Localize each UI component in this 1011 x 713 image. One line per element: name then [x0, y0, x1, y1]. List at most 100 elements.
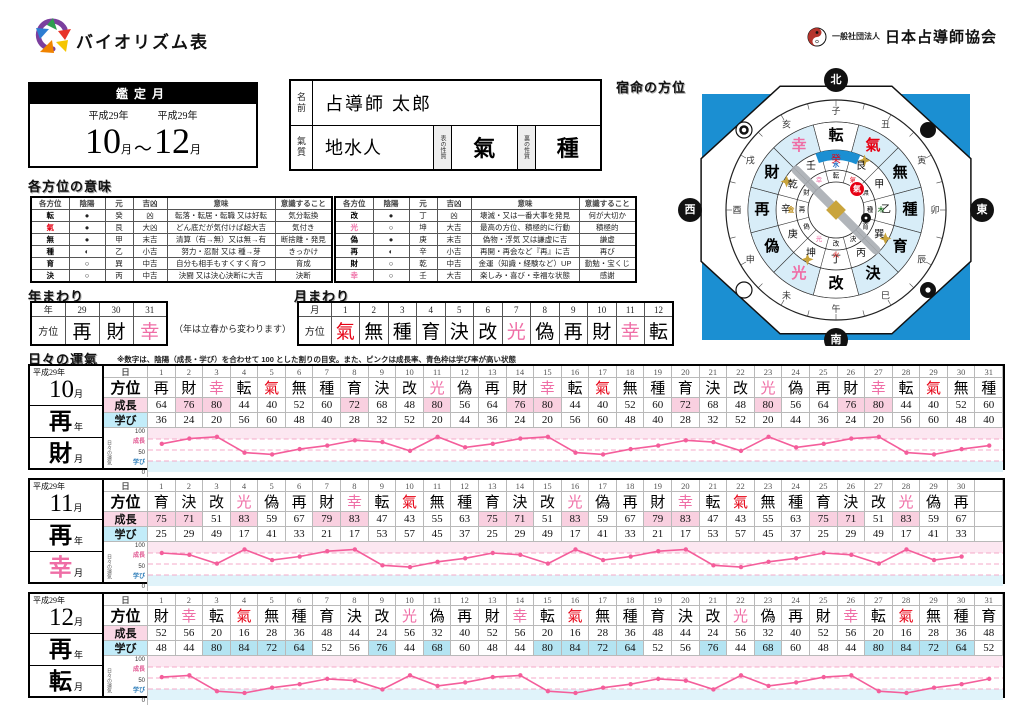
meanings-row: 改●丁凶壊滅・又は一番大事を発見何が大切か: [335, 210, 636, 222]
meanings-cell: 癸: [105, 210, 133, 222]
meanings-cell: ○: [69, 258, 105, 270]
learning-value-cell: 17: [562, 527, 590, 542]
graph-row: 日々の運気100成長50学び0: [104, 656, 1003, 700]
day-number-cell: 13: [479, 480, 507, 492]
month-direction-cell: 財: [588, 317, 617, 346]
month-header-cell: 6: [474, 302, 503, 317]
day-number-cell: 16: [562, 366, 590, 378]
day-number-cell: 21: [700, 366, 728, 378]
day-number-cell: 10: [396, 594, 424, 606]
learning-value-cell: 17: [341, 527, 369, 542]
learning-value-cell: 45: [755, 527, 783, 542]
range-tilde: 〜: [134, 135, 152, 161]
compass-direction-label: 光: [790, 264, 806, 282]
month-header-cell: 2: [360, 302, 389, 317]
growth-value-cell: 79: [644, 512, 672, 527]
meanings-cell: 甲: [105, 234, 133, 246]
day-number-cell: 4: [231, 480, 259, 492]
growth-value-cell: 36: [286, 626, 314, 641]
direction-cell: 幸: [865, 378, 893, 398]
month-direction-cell: 幸月: [30, 552, 102, 582]
graph-axis-labels: 100成長50学び0: [113, 542, 147, 591]
day-number-cell: 26: [838, 366, 866, 378]
destiny-compass-diagram: 子丑寅卯辰巳午未申酉戌亥転氣無種育決改光偽再財幸癸艮甲乙巽丙丁坤庚辛乾壬転氣無種…: [672, 62, 1011, 346]
month-direction-cell: 転: [645, 317, 674, 346]
learning-value-cell: 41: [258, 527, 286, 542]
year-direction: 再: [49, 524, 72, 547]
growth-value-cell: 44: [562, 398, 590, 413]
daily-month-block: 平成29年10月再年財月日123456789101112131415161718…: [28, 364, 1005, 470]
growth-value-cell: 52: [617, 398, 645, 413]
compass-branch-label: 卯: [930, 205, 939, 215]
learning-value-cell: 20: [424, 413, 452, 428]
month-direction: 転: [49, 670, 72, 693]
learning-value-cell: 21: [644, 527, 672, 542]
month-header-cell: 8: [531, 302, 560, 317]
month-value-row: 方位氣無種育決改光偽再財幸転: [298, 317, 673, 346]
axis-50: 50: [138, 678, 145, 684]
meanings-cell: ○: [69, 270, 105, 283]
meanings-cell: 清算（有→無）又は無→有: [167, 234, 275, 246]
meanings-cell: 坤: [409, 222, 437, 234]
learning-value-cell: 68: [424, 641, 452, 656]
meanings-header-cell: 吉凶: [133, 197, 167, 210]
compass-stem-label: 艮: [856, 160, 866, 172]
meanings-cell: 再: [335, 246, 373, 258]
meanings-cell: 辛: [409, 246, 437, 258]
day-number-cell: 5: [258, 594, 286, 606]
growth-value-cell: 36: [948, 626, 976, 641]
learning-value-cell: 37: [782, 527, 810, 542]
day-number-cell: 25: [810, 480, 838, 492]
learning-value-cell: 53: [700, 527, 728, 542]
meanings-header-cell: 吉凶: [437, 197, 471, 210]
learning-value-cell: 72: [589, 641, 617, 656]
meanings-cell: 中吉: [133, 270, 167, 283]
year-cycle-table: 年293031方位再財幸: [30, 301, 168, 346]
front-nature-label: 表の性質: [433, 126, 452, 170]
growth-value-cell: 52: [286, 398, 314, 413]
element-wood: 木: [877, 205, 885, 214]
element-fire: 火: [833, 251, 840, 259]
direction-cell: 育: [672, 378, 700, 398]
growth-value-cell: 51: [534, 512, 562, 527]
growth-value-cell: 24: [369, 626, 397, 641]
assessment-month-title: 鑑定月: [30, 84, 256, 104]
direction-row: 方位育決改光偽再財幸転氣無種育決改光偽再財幸転氣無種育決改光偽再: [104, 492, 1003, 512]
moon-phase-icon: [736, 282, 752, 298]
current-direction-marker-label: 氣: [853, 184, 861, 194]
learning-value-cell: 32: [369, 413, 397, 428]
month-header-row: 月123456789101112: [298, 302, 673, 317]
day-number-cell: 17: [589, 594, 617, 606]
direction-cell: 再: [286, 492, 314, 512]
day-number-cell: 18: [617, 594, 645, 606]
direction-cell: 改: [534, 492, 562, 512]
axis-learning-label: 学び: [133, 574, 145, 580]
direction-cell: 決: [700, 378, 728, 398]
compass-direction-label: 再: [754, 201, 769, 218]
learning-value-cell: 40: [313, 413, 341, 428]
month-number-value: 12: [49, 604, 74, 631]
day-number-cell: 9: [369, 366, 397, 378]
learning-value-cell: 56: [341, 641, 369, 656]
day-number-cell: 30: [948, 480, 976, 492]
element-water: 水: [833, 160, 840, 169]
compass-east-label: 東: [977, 202, 989, 216]
direction-cell: 光: [893, 492, 921, 512]
year-header-cell: 30: [99, 302, 133, 317]
learning-value-cell: 48: [948, 413, 976, 428]
compass-inner-direction-label: 偽: [803, 222, 810, 231]
growth-value-cell: 59: [258, 512, 286, 527]
direction-cell: 光: [231, 492, 259, 512]
meanings-header-cell: 意識すること: [579, 197, 636, 210]
direction-cell: 偽: [589, 492, 617, 512]
direction-cell: 無: [286, 378, 314, 398]
day-number-cell: 14: [507, 366, 535, 378]
meanings-cell: 末吉: [437, 234, 471, 246]
graph-axis: 日々の運気100成長50学び0: [104, 542, 148, 591]
day-number-cell: 6: [286, 366, 314, 378]
learning-value-cell: 57: [396, 527, 424, 542]
year-header-label: 年: [31, 302, 65, 317]
learning-value-cell: 56: [893, 413, 921, 428]
direction-cell: 無: [755, 492, 783, 512]
year-header-row: 年293031: [31, 302, 167, 317]
